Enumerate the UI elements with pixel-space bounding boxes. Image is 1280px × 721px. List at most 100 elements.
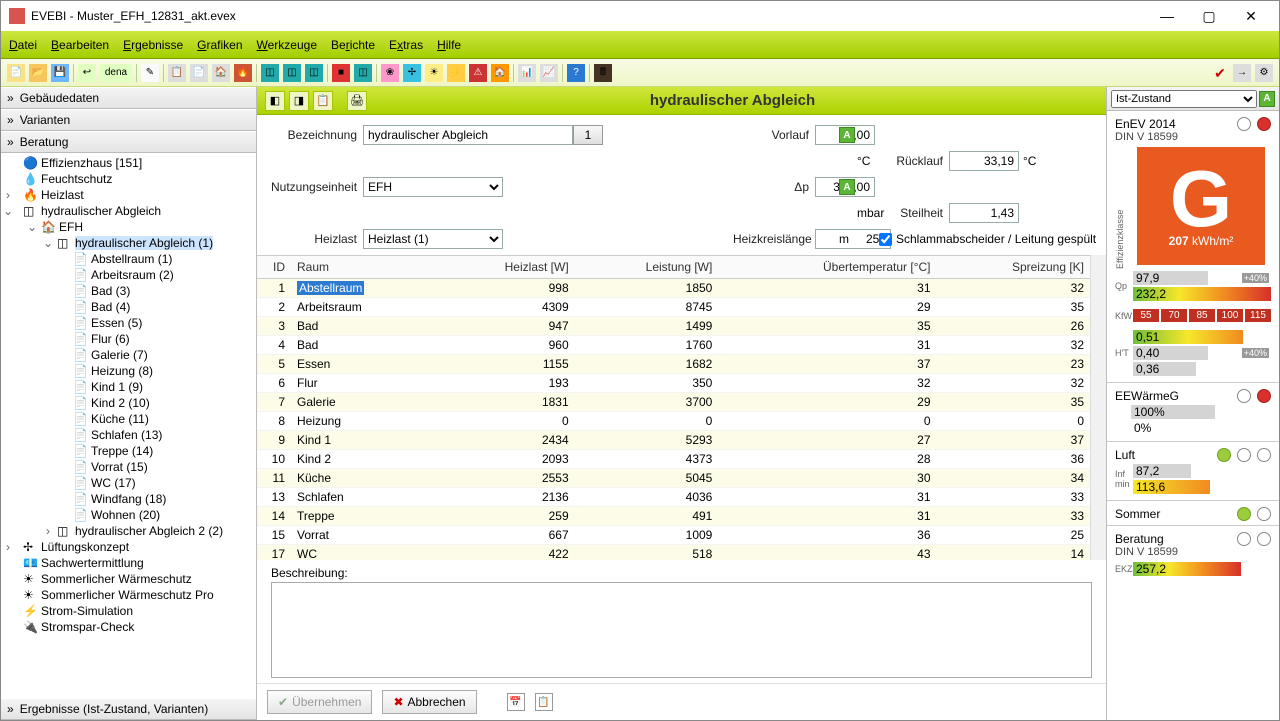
close-button[interactable]: ✕ [1231, 2, 1271, 30]
tree-item[interactable]: ⌄◫hydraulischer Abgleich (1) [1, 235, 256, 251]
tree-item[interactable]: 📄Arbeitsraum (2) [1, 267, 256, 283]
maximize-button[interactable]: ▢ [1189, 2, 1229, 30]
tree-item[interactable]: 📄WC (17) [1, 475, 256, 491]
tree[interactable]: 🔵Effizienzhaus [151]💧Feuchtschutz›🔥Heizl… [1, 153, 256, 698]
tree-item[interactable]: 📄Abstellraum (1) [1, 251, 256, 267]
tree-item[interactable]: 💧Feuchtschutz [1, 171, 256, 187]
tool-fan[interactable]: ✢ [403, 64, 421, 82]
tool-gear[interactable]: ⚙ [1255, 64, 1273, 82]
table-row[interactable]: 10Kind 2209343732836 [257, 450, 1090, 469]
section-ergebnisse[interactable]: » Ergebnisse (Ist-Zustand, Varianten) [1, 698, 256, 720]
tree-item[interactable]: 📄Treppe (14) [1, 443, 256, 459]
tree-item[interactable]: 📄Vorrat (15) [1, 459, 256, 475]
tool-house[interactable]: 🏠 [491, 64, 509, 82]
table-row[interactable]: 3Bad94714993526 [257, 317, 1090, 336]
table-row[interactable]: 8Heizung0000 [257, 412, 1090, 431]
index-button[interactable]: 1 [573, 125, 603, 145]
tree-item[interactable]: ☀Sommerlicher Wärmeschutz [1, 571, 256, 587]
section-varianten[interactable]: » Varianten [1, 109, 256, 131]
tool-bolt[interactable]: ⚡ [447, 64, 465, 82]
tree-item[interactable]: ⚡Strom-Simulation [1, 603, 256, 619]
table-row[interactable]: 6Flur1933503232 [257, 374, 1090, 393]
tree-item[interactable]: 📄Flur (6) [1, 331, 256, 347]
tool-check[interactable]: ✔ [1211, 64, 1229, 82]
textarea-beschreibung[interactable] [271, 582, 1092, 678]
menu-datei[interactable]: Datei [9, 38, 37, 52]
tool-d[interactable]: 🔥 [234, 64, 252, 82]
table-row[interactable]: 13Schlafen213640363133 [257, 488, 1090, 507]
hdr-btn-3[interactable]: 📋 [313, 91, 333, 111]
hdr-btn-4[interactable]: 🖨 [347, 91, 367, 111]
tool-i[interactable]: ◫ [354, 64, 372, 82]
tree-item[interactable]: 📄Galerie (7) [1, 347, 256, 363]
chk-schlamm[interactable] [879, 233, 892, 246]
tool-c[interactable]: 🏠 [212, 64, 230, 82]
hdr-btn-1[interactable]: ◧ [265, 91, 285, 111]
scrollbar[interactable] [1090, 255, 1106, 560]
tree-item[interactable]: 📄Schlafen (13) [1, 427, 256, 443]
uebernehmen-button[interactable]: ✔Übernehmen [267, 690, 372, 714]
input-bezeichnung[interactable] [363, 125, 573, 145]
tree-item[interactable]: 📄Bad (4) [1, 299, 256, 315]
select-heizlast[interactable]: Heizlast (1) [363, 229, 503, 249]
table-row[interactable]: 11Küche255350453034 [257, 469, 1090, 488]
tool-help[interactable]: ? [567, 64, 585, 82]
tree-item[interactable]: 📄Wohnen (20) [1, 507, 256, 523]
tool-edit[interactable]: ✎ [141, 64, 159, 82]
abbrechen-button[interactable]: ✖Abbrechen [382, 690, 476, 714]
tool-plug[interactable]: ⚠ [469, 64, 487, 82]
tool-e[interactable]: ◫ [261, 64, 279, 82]
hdr-btn-2[interactable]: ◨ [289, 91, 309, 111]
table-row[interactable]: 5Essen115516823723 [257, 355, 1090, 374]
menu-berichte[interactable]: Berichte [331, 38, 375, 52]
tool-g[interactable]: ◫ [305, 64, 323, 82]
menu-werkzeuge[interactable]: Werkzeuge [257, 38, 317, 52]
tool-b[interactable]: 📄 [190, 64, 208, 82]
menu-ergebnisse[interactable]: Ergebnisse [123, 38, 183, 52]
tool-back[interactable]: ↩ [78, 64, 96, 82]
input-steilheit[interactable] [949, 203, 1019, 223]
menu-bearbeiten[interactable]: Bearbeiten [51, 38, 109, 52]
tool-open[interactable]: 📂 [29, 64, 47, 82]
tool-l[interactable]: 📈 [540, 64, 558, 82]
tree-item[interactable]: 📄Kind 1 (9) [1, 379, 256, 395]
tool-f[interactable]: ◫ [283, 64, 301, 82]
tool-dena[interactable]: dena [100, 64, 132, 82]
table-row[interactable]: 9Kind 1243452932737 [257, 431, 1090, 450]
tree-item[interactable]: 💶Sachwertermittlung [1, 555, 256, 571]
table-wrap[interactable]: IDRaumHeizlast [W]Leistung [W]Übertemper… [257, 255, 1090, 560]
section-gebaeudedaten[interactable]: » Gebäudedaten [1, 87, 256, 109]
tool-sun[interactable]: ☀ [425, 64, 443, 82]
tree-item[interactable]: 📄Kind 2 (10) [1, 395, 256, 411]
tool-save[interactable]: 💾 [51, 64, 69, 82]
tree-item[interactable]: ⌄🏠EFH [1, 219, 256, 235]
tree-item[interactable]: ›◫hydraulischer Abgleich 2 (2) [1, 523, 256, 539]
table-row[interactable]: 2Arbeitsraum430987452935 [257, 298, 1090, 317]
tree-item[interactable]: 🔌Stromspar-Check [1, 619, 256, 635]
input-ruecklauf[interactable] [949, 151, 1019, 171]
select-nutzungseinheit[interactable]: EFH [363, 177, 503, 197]
badge-a-right[interactable]: A [1259, 91, 1275, 107]
table-row[interactable]: 17WC4225184314 [257, 545, 1090, 561]
tool-h[interactable]: ■ [332, 64, 350, 82]
menu-hilfe[interactable]: Hilfe [437, 38, 461, 52]
tree-item[interactable]: ›🔥Heizlast [1, 187, 256, 203]
minimize-button[interactable]: — [1147, 2, 1187, 30]
tree-item[interactable]: 📄Heizung (8) [1, 363, 256, 379]
tree-item[interactable]: 📄Windfang (18) [1, 491, 256, 507]
variant-select[interactable]: Ist-Zustand [1111, 90, 1257, 108]
table-row[interactable]: 7Galerie183137002935 [257, 393, 1090, 412]
tool-arrow[interactable]: → [1233, 64, 1251, 82]
menu-grafiken[interactable]: Grafiken [197, 38, 242, 52]
table-row[interactable]: 15Vorrat66710093625 [257, 526, 1090, 545]
table-row[interactable]: 14Treppe2594913133 [257, 507, 1090, 526]
tool-j[interactable]: ❀ [381, 64, 399, 82]
section-beratung[interactable]: » Beratung [1, 131, 256, 153]
table-row[interactable]: 1Abstellraum99818503132 [257, 279, 1090, 298]
view-btn-1[interactable]: 📅 [507, 693, 525, 711]
table-row[interactable]: 4Bad96017603132 [257, 336, 1090, 355]
tree-item[interactable]: ›✢Lüftungskonzept [1, 539, 256, 555]
tool-a[interactable]: 📋 [168, 64, 186, 82]
tool-k[interactable]: 📊 [518, 64, 536, 82]
tree-item[interactable]: 📄Bad (3) [1, 283, 256, 299]
